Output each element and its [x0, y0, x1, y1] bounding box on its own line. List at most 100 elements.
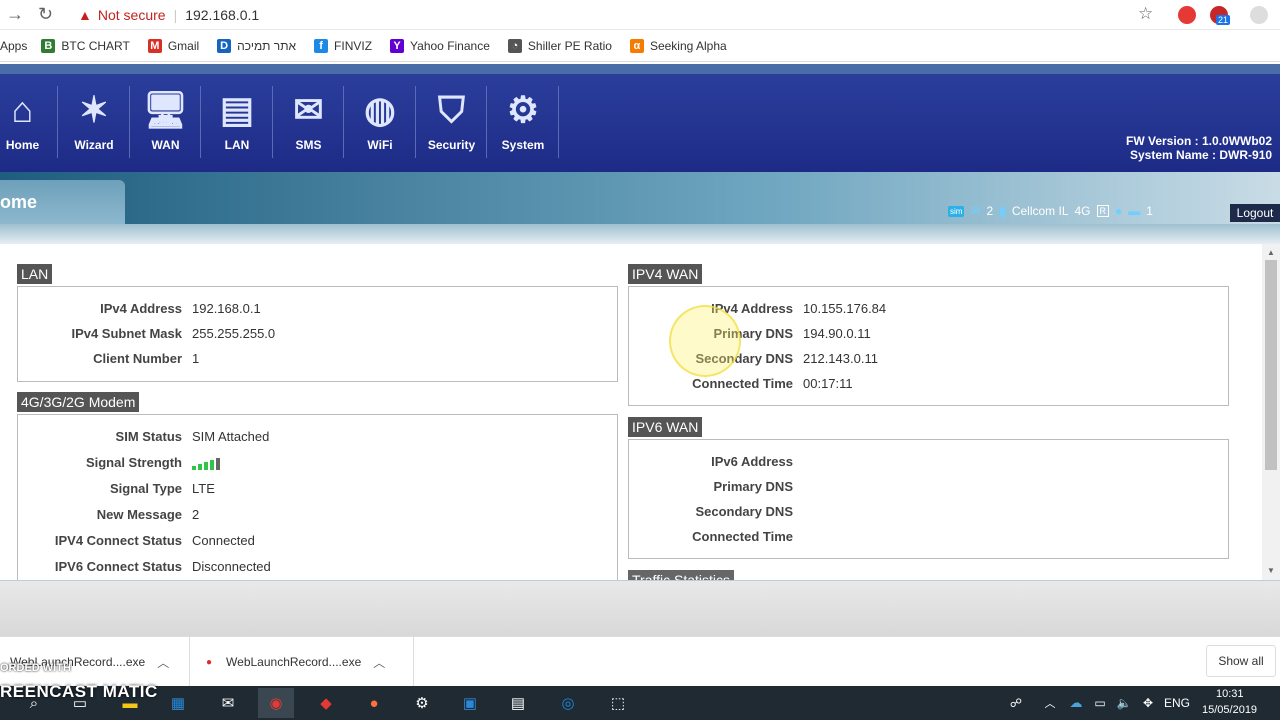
- show-all-button[interactable]: Show all: [1206, 645, 1276, 677]
- nav-label: System: [501, 138, 545, 152]
- bookmark-item[interactable]: D אתר תמיכה: [217, 38, 297, 53]
- extension-badge-count: 21: [1216, 15, 1231, 25]
- watermark-line1: ORDED WITH: [0, 662, 71, 674]
- app-icon[interactable]: ▣: [452, 688, 488, 718]
- extension-misc-icon[interactable]: [1250, 6, 1268, 24]
- field-value: 255.255.255.0: [192, 326, 276, 341]
- teamviewer-icon[interactable]: ◎: [550, 688, 586, 718]
- signal-icon: ▮: [999, 204, 1006, 218]
- nav-lan[interactable]: ▤ LAN: [203, 86, 273, 158]
- nav-label: WiFi: [367, 138, 393, 152]
- dropbox-icon[interactable]: ✥: [1130, 688, 1166, 718]
- url-text: 192.168.0.1: [185, 7, 260, 23]
- mail-icon[interactable]: ✉: [210, 688, 246, 718]
- separator: |: [173, 7, 178, 23]
- bookmark-item[interactable]: M Gmail: [147, 38, 200, 53]
- nav-wizard[interactable]: ✶ Wizard: [60, 86, 130, 158]
- bookmarks-bar: Apps B BTC CHART M Gmail D אתר תמיכה f FINVIZ Y Ya…: [0, 30, 1280, 62]
- sms-icon: ✉: [293, 89, 324, 130]
- modem-row-label: IPV4 Connect Status: [18, 533, 182, 551]
- ipv6wan-row-label: IPv6 Address: [629, 454, 793, 472]
- settings-icon[interactable]: ⚙: [404, 688, 440, 718]
- wan-icon: 🖥: [142, 89, 189, 130]
- field-label: Signal Strength: [85, 455, 182, 470]
- forward-icon[interactable]: →: [6, 4, 24, 25]
- bookmark-item[interactable]: ◔ Shiller PE Ratio: [507, 38, 612, 53]
- page-tab: ome: [0, 180, 125, 224]
- nav-home[interactable]: ⌂ Home: [0, 86, 58, 158]
- warning-icon: ▲: [78, 7, 92, 23]
- chrome-icon[interactable]: ◉: [258, 688, 294, 718]
- nav-security[interactable]: ⛉ Security: [417, 86, 487, 158]
- sms-icon[interactable]: ✉: [970, 204, 980, 218]
- recorder-icon[interactable]: ◆: [308, 688, 344, 718]
- people-icon[interactable]: ☍: [998, 688, 1034, 718]
- system-icon: ⚙: [506, 89, 540, 130]
- snipping-icon[interactable]: ⬚: [600, 688, 636, 718]
- signal-strength-bars: [192, 458, 222, 470]
- nav-label: SMS: [295, 138, 322, 152]
- devices-icon: ▬: [1128, 204, 1141, 218]
- globe-icon: ●: [1115, 204, 1123, 218]
- status-icons: sim ✉ 2 ▮ Cellcom IL 4G R ● ▬ 1: [948, 200, 1159, 222]
- modem-row-label: IPV6 Connect Status: [18, 559, 182, 577]
- bookmark-item[interactable]: Y Yahoo Finance: [390, 38, 490, 53]
- page-footer: [0, 580, 1280, 636]
- taskbar: ⌕ ▭ ▬ ▦ ✉ ◉ ◆ ● ⚙ ▣ ▤ ◎ ⬚ ☍ ︿ ☁ ▭ 🔈 ✥ EN…: [0, 686, 1280, 720]
- modem-row-label: New Message: [18, 507, 182, 525]
- terminal-icon[interactable]: ▤: [500, 688, 536, 718]
- store-icon[interactable]: ▦: [160, 688, 196, 718]
- language-indicator[interactable]: ENG: [1164, 696, 1190, 710]
- nav-wifi[interactable]: ◍ WiFi: [346, 86, 416, 158]
- extension-upload-icon[interactable]: [1178, 6, 1196, 24]
- field-value: Connected: [192, 533, 255, 548]
- downloads-bar: WebLaunchRecord....exe ︿ ● WebLaunchReco…: [0, 636, 1280, 687]
- scroll-down-icon[interactable]: ▼: [1267, 566, 1275, 575]
- field-label: IPv4 Subnet Mask: [71, 326, 182, 341]
- modem-row-label: Signal Strength: [18, 455, 182, 473]
- download-item[interactable]: ● WebLaunchRecord....exe ︿: [192, 637, 414, 687]
- scroll-thumb[interactable]: [1265, 260, 1277, 470]
- ipv6wan-row-label: Secondary DNS: [629, 504, 793, 522]
- nav-wan[interactable]: 🖥 WAN: [131, 86, 201, 158]
- bookmark-item[interactable]: B BTC CHART: [41, 38, 130, 53]
- signal-bar: [192, 466, 196, 470]
- lan-panel-title: LAN: [17, 264, 53, 284]
- shiller-icon: ◔: [507, 38, 522, 53]
- ipv6wan-row-label: Primary DNS: [629, 479, 793, 497]
- signal-bar: [216, 458, 220, 470]
- wifi-icon: ◍: [364, 89, 396, 130]
- modem-row-label: Signal Type: [18, 481, 182, 499]
- watermark-line2: REENCAST MATIC: [0, 682, 158, 701]
- ipv6-wan-panel-title: IPV6 WAN: [628, 417, 703, 437]
- bookmark-item[interactable]: α Seeking Alpha: [629, 38, 727, 53]
- field-label: IPv6 Address: [711, 454, 793, 469]
- modem-row-label: SIM Status: [18, 429, 182, 447]
- client-count: 1: [1146, 204, 1153, 218]
- field-label: Primary DNS: [713, 479, 793, 494]
- bookmark-item[interactable]: f FINVIZ: [314, 38, 372, 53]
- bookmark-star-icon[interactable]: ☆: [1138, 4, 1153, 24]
- reload-icon[interactable]: ↻: [38, 4, 53, 25]
- field-value: 2: [192, 507, 200, 522]
- field-label: Connected Time: [692, 529, 793, 544]
- nav-label: Security: [427, 138, 476, 152]
- chevron-up-icon[interactable]: ︿: [373, 654, 385, 671]
- security-icon: ⛉: [437, 88, 465, 130]
- chevron-up-icon[interactable]: ︿: [157, 654, 169, 671]
- modem-panel-title: 4G/3G/2G Modem: [17, 392, 140, 412]
- bookmark-label: אתר תמיכה: [237, 38, 297, 53]
- device-info: FW Version : 1.0.0WWb02 System Name : DW…: [1126, 134, 1280, 162]
- home-content: LAN IPv4 Address 192.168.0.1 IPv4 Subnet M…: [0, 244, 1262, 580]
- content-scrollbar[interactable]: ▲ ▼: [1262, 244, 1280, 580]
- field-label: SIM Status: [115, 429, 182, 444]
- bookmark-label: Gmail: [167, 38, 200, 53]
- nav-system[interactable]: ⚙ System: [489, 86, 559, 158]
- logout-button[interactable]: Logout: [1230, 204, 1280, 222]
- nav-sms[interactable]: ✉ SMS: [274, 86, 344, 158]
- bookmark-item[interactable]: Apps: [0, 39, 27, 53]
- omnibox[interactable]: ▲ Not secure | 192.168.0.1: [70, 2, 1170, 28]
- ipv4-wan-panel-title: IPV4 WAN: [628, 264, 703, 284]
- firefox-icon[interactable]: ●: [356, 688, 392, 718]
- scroll-up-icon[interactable]: ▲: [1267, 248, 1275, 257]
